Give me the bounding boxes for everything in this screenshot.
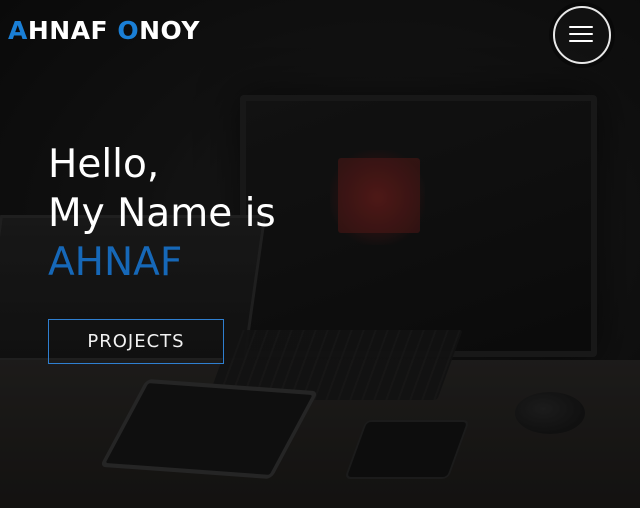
hamburger-bar: [569, 40, 593, 42]
hamburger-bar: [569, 33, 593, 35]
brand-initial-last: O: [117, 16, 140, 45]
greeting-line-2: My Name is: [48, 191, 276, 236]
brand-initial-first: A: [8, 16, 28, 45]
brand-first-rest: HNAF: [27, 16, 118, 45]
projects-button[interactable]: PROJECTS: [48, 319, 224, 364]
greeting-line-1: Hello,: [48, 142, 160, 187]
hamburger-menu-icon: [569, 26, 593, 28]
brand-logo[interactable]: AHNAF ONOY: [8, 16, 200, 45]
brand-last-rest: NOY: [139, 16, 200, 45]
hero-name: AHNAF: [48, 240, 183, 285]
hero-greeting: Hello, My Name is AHNAF: [48, 140, 276, 287]
hamburger-menu-button[interactable]: [553, 6, 611, 64]
